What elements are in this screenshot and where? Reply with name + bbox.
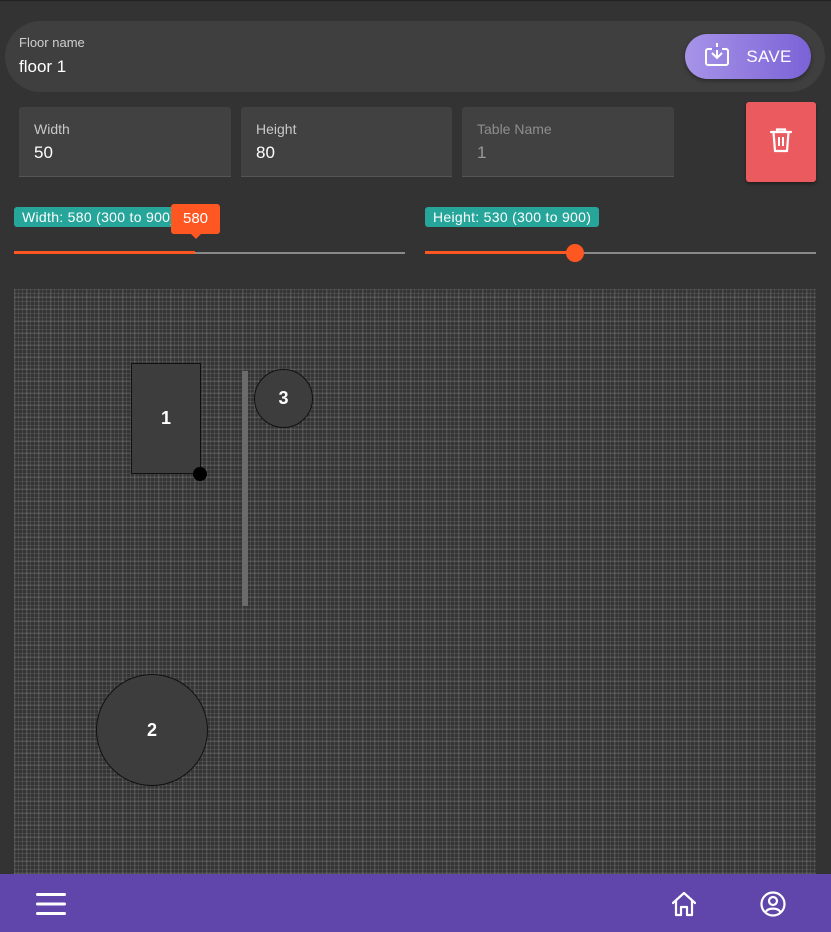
height-field-label: Height: [256, 121, 297, 137]
table-3-label: 3: [278, 388, 289, 408]
hamburger-menu-icon[interactable]: [36, 891, 66, 922]
resize-handle[interactable]: [193, 467, 207, 481]
height-slider-fill: [425, 251, 575, 254]
table-name-label: Table Name: [477, 121, 552, 137]
width-field[interactable]: Width 50: [19, 107, 231, 177]
table-2[interactable]: 2: [96, 674, 208, 786]
home-icon[interactable]: [671, 891, 697, 922]
table-name-field[interactable]: Table Name 1: [462, 107, 674, 177]
table-3[interactable]: 3: [254, 369, 313, 428]
height-field[interactable]: Height 80: [241, 107, 452, 177]
width-slider-fill: [14, 251, 195, 254]
save-button[interactable]: SAVE: [685, 34, 811, 79]
table-1-label: 1: [160, 408, 171, 428]
account-circle-icon[interactable]: [760, 891, 786, 922]
width-field-label: Width: [34, 121, 70, 137]
floor-plan-canvas[interactable]: 1 3 2: [14, 289, 816, 874]
delete-button[interactable]: [746, 102, 816, 182]
wall-divider[interactable]: [242, 371, 248, 606]
floor-name-input[interactable]: floor 1: [19, 57, 66, 77]
height-slider-badge: Height: 530 (300 to 900): [425, 207, 600, 227]
floor-name-field[interactable]: Floor name floor 1 SAVE: [5, 21, 825, 92]
table-1[interactable]: 1: [131, 363, 201, 474]
width-input[interactable]: 50: [34, 143, 53, 163]
floor-name-label: Floor name: [19, 35, 85, 50]
height-slider-thumb[interactable]: [566, 244, 584, 262]
bottom-nav: [0, 874, 831, 932]
table-name-input[interactable]: 1: [477, 143, 486, 163]
height-input[interactable]: 80: [256, 143, 275, 163]
table-2-label: 2: [146, 719, 157, 740]
save-button-label: SAVE: [746, 46, 792, 66]
trash-icon: [769, 127, 793, 158]
download-save-icon: [704, 41, 730, 72]
width-slider-badge: Width: 580 (300 to 900): [14, 207, 184, 227]
width-slider-value-tooltip: 580: [171, 204, 220, 239]
